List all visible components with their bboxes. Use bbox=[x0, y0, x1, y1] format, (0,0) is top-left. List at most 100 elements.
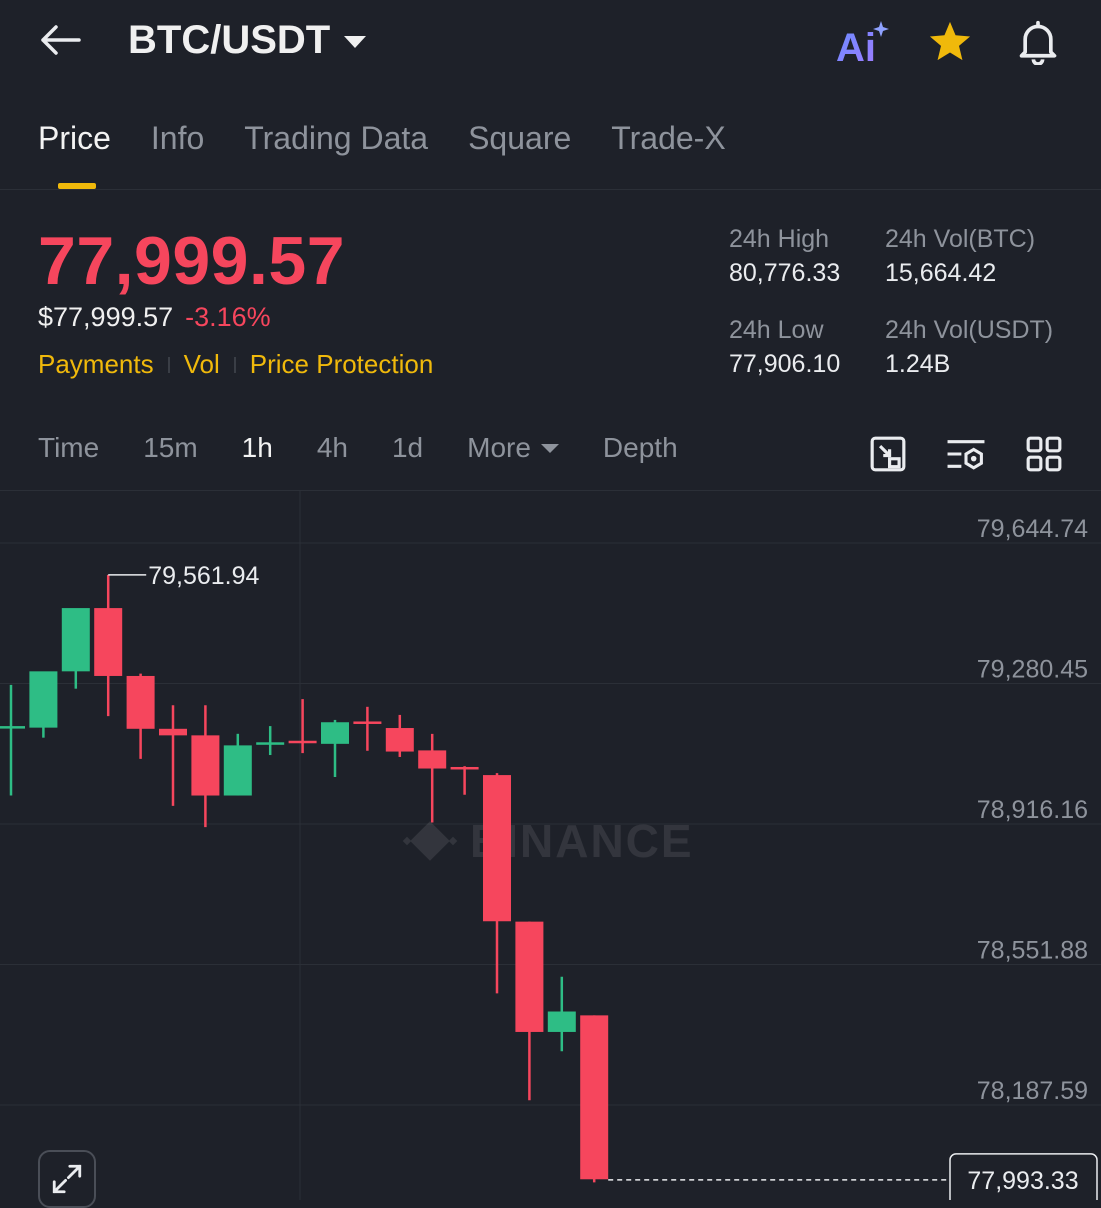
candle bbox=[159, 705, 187, 806]
ai-icon: Ai bbox=[836, 21, 889, 67]
tab-square[interactable]: Square bbox=[468, 120, 571, 170]
candle bbox=[191, 705, 220, 828]
layout-button[interactable] bbox=[1020, 430, 1068, 478]
candle bbox=[580, 1015, 609, 1183]
stat-24h-vol-btc: 24h Vol(BTC) 15,664.42 bbox=[885, 222, 1035, 290]
interval-1d[interactable]: 1d bbox=[392, 432, 423, 464]
stat-24h-high: 24h High 80,776.33 bbox=[729, 222, 840, 290]
stat-24h-vol-usdt: 24h Vol(USDT) 1.24B bbox=[885, 313, 1053, 381]
candle bbox=[256, 726, 285, 756]
tab-info[interactable]: Info bbox=[151, 120, 204, 170]
interval-more-dropdown[interactable]: More bbox=[467, 432, 559, 464]
candle-body bbox=[418, 750, 447, 769]
stat-24h-low: 24h Low 77,906.10 bbox=[729, 313, 840, 381]
candle-body bbox=[450, 766, 479, 770]
last-price-tag-label: 77,993.33 bbox=[967, 1167, 1078, 1195]
price-protection-link[interactable]: Price Protection bbox=[250, 349, 434, 380]
candle-body bbox=[29, 671, 58, 728]
high-marker-label: 79,561.94 bbox=[148, 562, 259, 590]
candle bbox=[353, 706, 382, 751]
interval-bar: Time 15m 1h 4h 1d More Depth bbox=[38, 432, 722, 464]
y-tick-label: 78,916.16 bbox=[977, 796, 1088, 824]
interval-4h[interactable]: 4h bbox=[317, 432, 348, 464]
candle bbox=[223, 733, 252, 796]
candle-body bbox=[191, 735, 220, 796]
usd-price-row: $77,999.57 -3.16% bbox=[38, 302, 271, 333]
chevron-down-icon bbox=[344, 36, 367, 48]
candle bbox=[547, 976, 576, 1052]
notification-button[interactable] bbox=[1010, 14, 1066, 70]
tab-trade-x[interactable]: Trade-X bbox=[611, 120, 725, 170]
svg-text:Ai: Ai bbox=[836, 26, 876, 67]
candle-body bbox=[126, 675, 155, 729]
stat-value: 80,776.33 bbox=[729, 259, 841, 287]
divider bbox=[0, 189, 1101, 190]
chevron-down-icon bbox=[540, 443, 559, 453]
last-price: 77,999.57 bbox=[38, 223, 346, 299]
back-arrow-icon bbox=[41, 25, 81, 55]
tab-bar: Price Info Trading Data Square Trade-X bbox=[38, 120, 726, 170]
y-tick-label: 79,280.45 bbox=[977, 656, 1088, 684]
candle bbox=[515, 921, 544, 1101]
candle-body bbox=[547, 1011, 576, 1032]
indicator-settings-button[interactable] bbox=[942, 430, 990, 478]
candle bbox=[450, 766, 479, 795]
candle-body bbox=[223, 745, 252, 796]
depth-tab[interactable]: Depth bbox=[603, 432, 678, 464]
candle-body bbox=[61, 608, 90, 672]
payments-link[interactable]: Payments bbox=[38, 349, 154, 380]
pair-label: BTC/USDT bbox=[128, 17, 331, 62]
candlestick-chart[interactable]: BINANCE 79,561.94 77,993.33 79,644.74 79,2… bbox=[0, 491, 1101, 1200]
candle bbox=[61, 608, 90, 689]
candle-body bbox=[256, 742, 285, 745]
candle-body bbox=[321, 722, 349, 744]
vol-link[interactable]: Vol bbox=[184, 349, 220, 380]
candle-body bbox=[580, 1015, 609, 1180]
stat-value: 77,906.10 bbox=[729, 350, 841, 378]
expand-icon bbox=[52, 1164, 82, 1194]
candle bbox=[483, 773, 511, 994]
crop-chart-button[interactable] bbox=[864, 430, 912, 478]
stat-label: 24h High bbox=[729, 225, 830, 253]
stat-label: 24h Low bbox=[729, 316, 824, 344]
interval-time[interactable]: Time bbox=[38, 432, 99, 464]
back-button[interactable] bbox=[30, 14, 90, 66]
stat-value: 1.24B bbox=[885, 350, 951, 378]
candle bbox=[288, 699, 317, 754]
interval-15m[interactable]: 15m bbox=[143, 432, 197, 464]
star-icon bbox=[929, 21, 971, 61]
stat-label: 24h Vol(USDT) bbox=[885, 316, 1054, 344]
candle-body bbox=[159, 728, 187, 736]
y-tick-label: 78,187.59 bbox=[977, 1077, 1088, 1105]
favorite-button[interactable] bbox=[922, 14, 978, 70]
price-change-percent: -3.16% bbox=[185, 302, 271, 332]
ai-button[interactable]: Ai bbox=[834, 14, 890, 70]
binance-watermark: BINANCE bbox=[402, 815, 692, 867]
fullscreen-button[interactable] bbox=[38, 1150, 96, 1208]
info-links: Payments Vol Price Protection bbox=[38, 349, 433, 380]
candle bbox=[418, 733, 447, 823]
candle-body bbox=[483, 775, 511, 922]
usd-price: $77,999.57 bbox=[38, 302, 174, 332]
candle bbox=[321, 719, 349, 778]
pair-selector[interactable]: BTC/USDT bbox=[128, 14, 367, 66]
candle bbox=[385, 714, 414, 757]
candle bbox=[29, 671, 58, 738]
crop-chart-icon bbox=[870, 436, 906, 472]
tab-trading-data[interactable]: Trading Data bbox=[244, 120, 428, 170]
candle bbox=[126, 673, 155, 759]
stat-value: 15,664.42 bbox=[885, 259, 997, 287]
more-label: More bbox=[467, 432, 531, 463]
y-tick-label: 79,644.74 bbox=[977, 515, 1088, 543]
grid-layout-icon bbox=[1026, 436, 1062, 472]
candle-body bbox=[353, 721, 382, 724]
y-tick-label: 78,551.88 bbox=[977, 936, 1088, 964]
interval-1h[interactable]: 1h bbox=[242, 432, 273, 464]
candle bbox=[94, 574, 123, 717]
tab-price[interactable]: Price bbox=[38, 120, 111, 170]
candle bbox=[0, 684, 25, 796]
link-divider bbox=[167, 356, 170, 373]
candle-body bbox=[385, 728, 414, 752]
candle-body bbox=[94, 608, 123, 676]
indicator-settings-icon bbox=[947, 440, 985, 470]
